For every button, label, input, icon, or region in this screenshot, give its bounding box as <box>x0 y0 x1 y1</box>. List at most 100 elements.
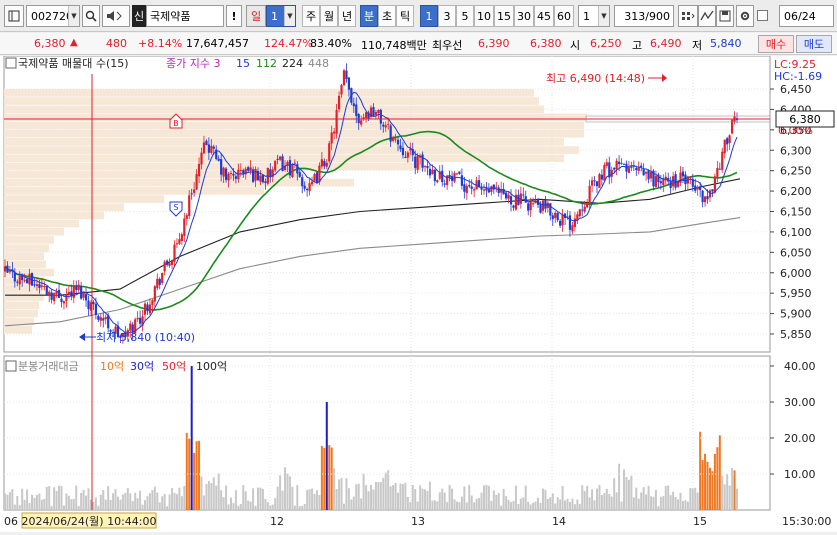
amount-bar <box>306 489 309 510</box>
minute-10-button[interactable]: 10 <box>474 5 494 27</box>
chevron-down-icon[interactable]: ▼ <box>284 6 295 26</box>
stock-name-field[interactable]: 국제약품 <box>146 5 224 27</box>
legend-toggle-icon[interactable] <box>5 57 17 69</box>
chart-settings-icon[interactable] <box>4 5 24 27</box>
candle-body <box>156 278 159 289</box>
amount-bar <box>234 490 237 510</box>
candle-body <box>554 212 557 219</box>
chevron-down-icon[interactable]: ▼ <box>598 6 609 26</box>
quote-bid: 6,380 <box>530 37 562 50</box>
candle-body <box>269 169 272 176</box>
amount-bar <box>428 481 431 510</box>
amount-bar <box>318 494 321 510</box>
amount-bar <box>706 461 709 510</box>
candle-body <box>522 194 525 196</box>
amount-bar <box>288 476 291 510</box>
candle-body <box>188 195 191 217</box>
amount-bar <box>465 502 468 510</box>
amount-bar <box>505 496 508 510</box>
unit-tick-button[interactable]: 틱 <box>396 5 414 27</box>
amount-bar <box>232 503 235 510</box>
amount-bar <box>576 499 579 510</box>
candle-body <box>239 170 242 172</box>
amount-bar <box>507 499 510 510</box>
buy-button[interactable]: 매수 <box>758 35 794 53</box>
minute-3-button[interactable]: 3 <box>438 5 456 27</box>
gear-icon[interactable] <box>736 5 754 27</box>
period-day-button[interactable]: 일 <box>246 5 266 27</box>
period-month-button[interactable]: 월 <box>320 5 338 27</box>
chart-area[interactable]: 6,450 6,400 6,350 6,300 6,250 6,200 6,150 6,100… <box>0 55 837 532</box>
chart-canvas[interactable]: 6,4506,4006,3506,3006,2506,2006,1506,100… <box>0 55 837 532</box>
price-tick-label: 6,050 <box>780 246 812 259</box>
amount-bar <box>178 487 181 510</box>
period-year-button[interactable]: 년 <box>338 5 356 27</box>
minute-45-button[interactable]: 45 <box>534 5 554 27</box>
amount-bar <box>640 492 643 510</box>
amount-bar <box>330 447 333 510</box>
chevron-down-icon[interactable]: ▼ <box>68 6 79 26</box>
date-field[interactable]: 06/24 <box>779 5 834 27</box>
amount-bar <box>448 484 451 510</box>
stock-code-input[interactable]: 002720 ▼ <box>26 5 80 27</box>
profile-bar <box>4 162 424 171</box>
minute-5-button[interactable]: 5 <box>456 5 474 27</box>
amount-bar <box>215 485 218 510</box>
volume-legend-toggle-icon[interactable] <box>5 360 17 372</box>
minute-1-button[interactable]: 1 <box>420 5 438 27</box>
speaker-icon[interactable] <box>102 5 130 27</box>
candle-body <box>428 168 432 176</box>
candle-body <box>635 168 638 171</box>
amount-bar <box>623 469 626 510</box>
amount-bar <box>618 463 621 510</box>
stock-info-button[interactable]: ! <box>226 5 242 27</box>
drawing-tool-icon[interactable] <box>698 5 716 27</box>
candle-body <box>401 147 405 156</box>
candle-body <box>8 271 12 273</box>
candle-body <box>153 286 156 302</box>
search-icon[interactable] <box>82 5 100 27</box>
save-icon[interactable] <box>716 5 734 27</box>
amount-bar <box>591 489 594 510</box>
legend-30: 30억 <box>130 360 154 373</box>
candle-body <box>617 161 621 165</box>
amount-bar <box>482 485 485 510</box>
minute-30-button[interactable]: 30 <box>514 5 534 27</box>
amount-bar <box>517 504 520 510</box>
amount-bar <box>28 502 31 510</box>
period-week-button[interactable]: 주 <box>302 5 320 27</box>
amount-bar <box>121 494 124 510</box>
candle-body <box>355 104 358 116</box>
amount-bar <box>116 496 119 510</box>
hc-label: HC:-1.69 <box>774 70 822 83</box>
amount-bar <box>365 485 368 510</box>
profile-bar <box>4 97 539 105</box>
candle-body <box>433 169 436 182</box>
amount-tick-label: 30.00 <box>784 396 816 409</box>
candle-body <box>259 175 262 182</box>
unit-minute-button[interactable]: 분 <box>360 5 378 27</box>
candle-body <box>509 196 513 205</box>
amount-bar <box>26 489 29 510</box>
minute-15-button[interactable]: 15 <box>494 5 514 27</box>
candle-body <box>210 145 213 153</box>
amount-bar <box>53 487 56 510</box>
candle-body <box>301 177 304 187</box>
period-count-select[interactable]: 1 ▼ <box>266 5 296 27</box>
amount-bar <box>153 486 156 510</box>
view-count-field[interactable]: 313/900 <box>614 5 674 27</box>
candle-body <box>161 272 164 283</box>
sell-button[interactable]: 매도 <box>796 35 832 53</box>
amount-bar <box>114 489 117 510</box>
unit-second-button[interactable]: 초 <box>378 5 396 27</box>
amount-bar <box>188 438 191 510</box>
amount-bar <box>311 488 314 510</box>
amount-bar <box>367 491 370 510</box>
date-checkbox[interactable] <box>757 10 768 21</box>
chart-tools-icon[interactable] <box>678 5 698 27</box>
amount-bar <box>58 485 61 510</box>
minute-60-button[interactable]: 60 <box>554 5 574 27</box>
custom-interval-select[interactable]: 1 ▼ <box>578 5 610 27</box>
candle-body <box>65 294 68 301</box>
candle-body <box>706 196 709 200</box>
